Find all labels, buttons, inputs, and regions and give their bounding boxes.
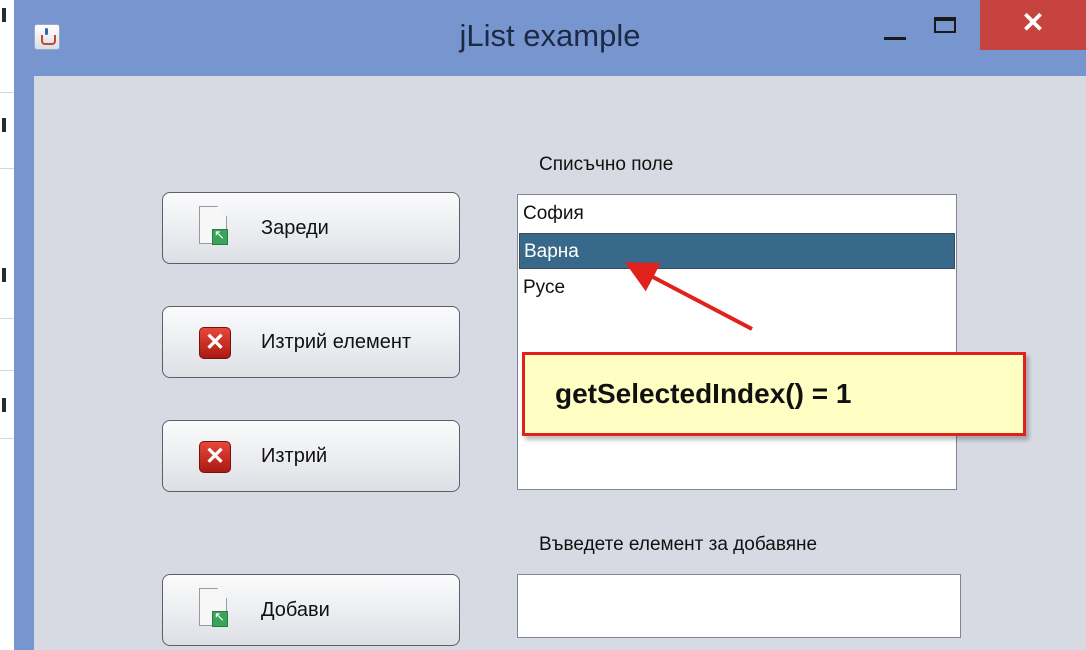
close-icon: ✕ xyxy=(1021,7,1045,38)
jlist-example-window: jList example ✕ Зареди ✕ Изтрий елемент … xyxy=(14,0,1086,650)
close-button[interactable]: ✕ xyxy=(980,0,1086,50)
content-pane: Зареди ✕ Изтрий елемент ✕ Изтрий Добави … xyxy=(34,76,1086,650)
minimize-button[interactable] xyxy=(870,16,920,46)
annotation-text: getSelectedIndex() = 1 xyxy=(555,378,852,409)
maximize-button[interactable] xyxy=(930,14,960,40)
background-window-edge xyxy=(0,0,14,650)
window-title: jList example xyxy=(459,18,641,53)
annotation-callout: getSelectedIndex() = 1 xyxy=(522,352,1026,436)
title-bar[interactable]: jList example ✕ xyxy=(14,0,1086,76)
